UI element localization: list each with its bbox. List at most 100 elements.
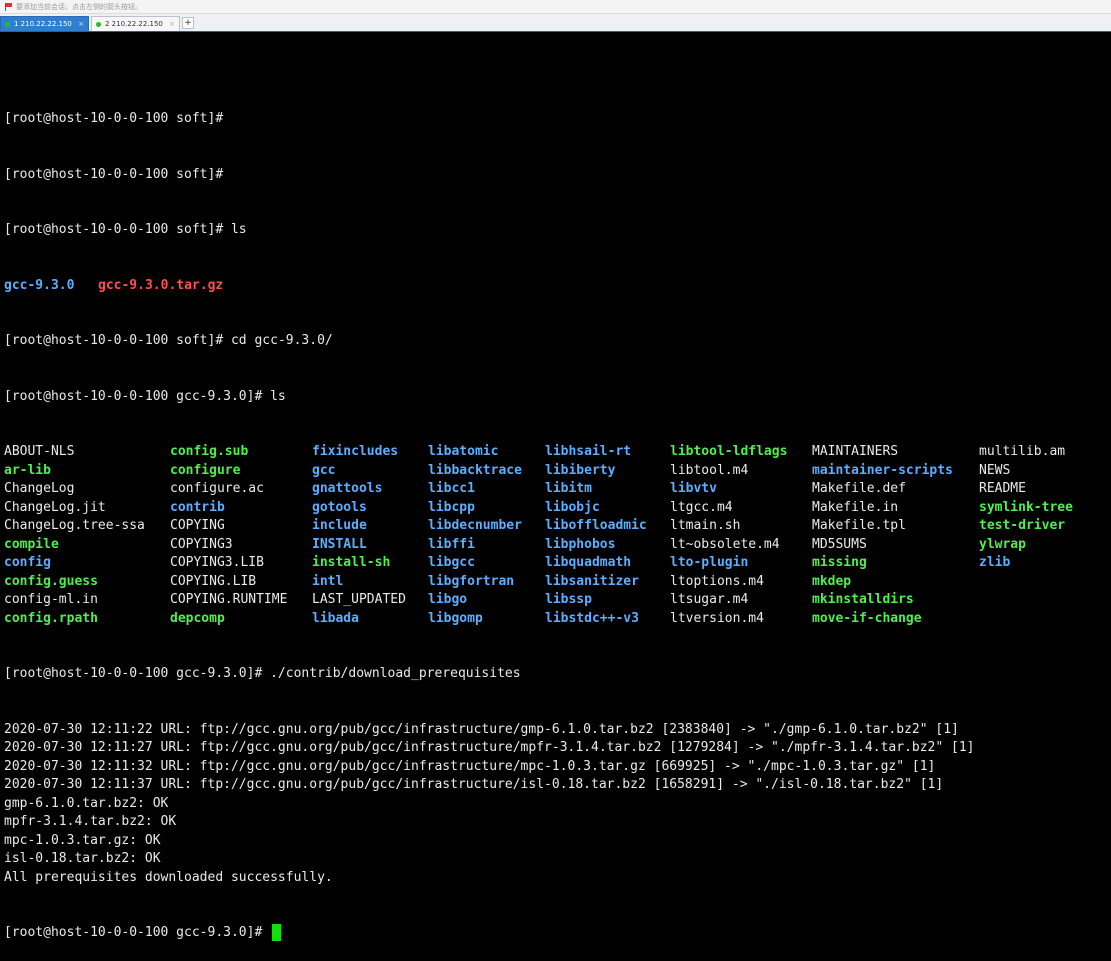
listing-entry: ltgcc.m4: [670, 499, 733, 515]
listing-entry: ltsugar.m4: [670, 592, 749, 607]
terminal-line: [root@host-10-0-0-100 gcc-9.3.0]# ls: [4, 388, 1108, 407]
prompt: [root@host-10-0-0-100 soft]#: [4, 166, 231, 182]
listing-row: config.guess COPYING.LIB intl libgfortran li…: [4, 573, 1108, 592]
flag-icon[interactable]: [4, 2, 13, 11]
close-icon[interactable]: ×: [169, 20, 175, 28]
listing-entry: gcc: [312, 462, 336, 478]
listing-entry: ylwrap: [979, 536, 1026, 552]
listing-entry: ChangeLog: [4, 481, 75, 496]
listing-entry: config-ml.in: [4, 592, 98, 607]
listing-entry: config.sub: [170, 444, 249, 459]
listing-row: compile COPYING3 INSTALL libffi libphobos lt~…: [4, 536, 1108, 555]
output-line: 2020-07-30 12:11:27 URL: ftp://gcc.gnu.o…: [4, 740, 975, 755]
listing-entry: libcc1: [428, 481, 475, 496]
command: ./contrib/download_prerequisites: [270, 666, 521, 681]
listing-entry: gcc-9.3.0.tar.gz: [98, 277, 224, 293]
output-line: 2020-07-30 12:11:37 URL: ftp://gcc.gnu.o…: [4, 777, 944, 792]
listing-entry: MAINTAINERS: [812, 444, 899, 459]
listing-entry: COPYING3.LIB: [170, 555, 264, 570]
listing-entry: mkinstalldirs: [812, 592, 914, 607]
listing-entry: libvtv: [670, 481, 717, 496]
listing-entry: libsanitizer: [545, 573, 639, 589]
close-icon[interactable]: ×: [78, 20, 84, 28]
listing-entry: NEWS: [979, 462, 1011, 478]
listing-entry: install-sh: [312, 555, 391, 570]
listing-entry: libgo: [428, 592, 468, 607]
listing-entry: compile: [4, 536, 59, 552]
listing-entry: intl: [312, 573, 344, 589]
download-output: 2020-07-30 12:11:22 URL: ftp://gcc.gnu.o…: [4, 721, 1108, 888]
listing-entry: libgfortran: [428, 573, 515, 589]
terminal-line: [root@host-10-0-0-100 soft]#: [4, 110, 1108, 129]
listing-entry: libtool-ldflags: [670, 444, 788, 459]
listing-entry: Makefile.tpl: [812, 518, 906, 533]
listing-entry: libdecnumber: [428, 518, 522, 533]
prompt: [root@host-10-0-0-100 gcc-9.3.0]#: [4, 925, 271, 940]
toolbar-hint: 要添加当前会话，点击左侧的箭头按钮。: [16, 2, 142, 11]
listing-row: ChangeLog configure.ac gnattools libcc1 libi…: [4, 480, 1108, 499]
listing-entry: libada: [312, 610, 359, 626]
prompt: [root@host-10-0-0-100 gcc-9.3.0]#: [4, 666, 271, 681]
tab-session-1[interactable]: 1 210.22.22.150 ×: [0, 16, 89, 31]
listing-entry: liboffloadmic: [545, 518, 647, 533]
tab-session-2[interactable]: 2 210.22.22.150 ×: [91, 16, 180, 31]
listing-row: config-ml.in COPYING.RUNTIME LAST_UPDATED l…: [4, 591, 1108, 610]
soft-listing: gcc-9.3.0 gcc-9.3.0.tar.gz: [4, 277, 1108, 296]
command: ls: [230, 222, 247, 237]
listing-entry: libquadmath: [545, 555, 632, 570]
gcc-directory-listing: ABOUT-NLS config.sub fixincludes libatomic l…: [4, 443, 1108, 628]
listing-entry: gnattools: [312, 481, 383, 496]
listing-entry: libobjc: [545, 499, 600, 515]
listing-entry: config: [4, 555, 51, 570]
listing-entry: contrib: [170, 499, 225, 515]
listing-entry: libgcc: [428, 555, 475, 570]
listing-entry: Makefile.in: [812, 499, 899, 515]
new-tab-button[interactable]: +: [182, 17, 194, 29]
listing-entry: ChangeLog.tree-ssa: [4, 518, 145, 533]
output-line: mpfr-3.1.4.tar.bz2: OK: [4, 814, 177, 829]
listing-entry: zlib: [979, 555, 1011, 570]
listing-entry: gotools: [312, 499, 367, 515]
terminal-line: [root@host-10-0-0-100 soft]# cd gcc-9.3.…: [4, 332, 1108, 351]
listing-entry: configure: [170, 462, 241, 478]
listing-entry: missing: [812, 555, 867, 570]
prompt: [root@host-10-0-0-100 soft]#: [4, 111, 231, 126]
terminal-output[interactable]: [root@host-10-0-0-100 soft]# [root@host-…: [4, 73, 1108, 961]
listing-entry: config.rpath: [4, 610, 98, 626]
listing-entry: MD5SUMS: [812, 536, 867, 552]
tab-label: 2 210.22.22.150: [105, 20, 163, 28]
listing-entry: libhsail-rt: [545, 444, 632, 459]
listing-entry: ar-lib: [4, 462, 51, 478]
listing-entry: fixincludes: [312, 444, 399, 459]
listing-entry: libbacktrace: [428, 462, 522, 478]
terminal-line: [root@host-10-0-0-100 soft]#: [4, 166, 1108, 185]
listing-entry: mkdep: [812, 573, 852, 589]
listing-entry: libssp: [545, 592, 592, 607]
command: cd gcc-9.3.0/: [230, 333, 333, 348]
listing-entry: COPYING.LIB: [170, 573, 257, 589]
listing-entry: lto-plugin: [670, 555, 749, 570]
command: ls: [270, 388, 286, 404]
listing-entry: multilib.am: [979, 444, 1066, 459]
listing-entry: gcc-9.3.0: [4, 277, 75, 293]
session-toolbar: 要添加当前会话，点击左侧的箭头按钮。: [0, 0, 1111, 14]
listing-entry: move-if-change: [812, 610, 922, 626]
listing-entry: ChangeLog.jit: [4, 499, 106, 515]
output-line: All prerequisites downloaded successfull…: [4, 869, 333, 885]
terminal-line: [root@host-10-0-0-100 soft]# ls: [4, 221, 1108, 240]
listing-entry: libphobos: [545, 536, 616, 552]
listing-entry: Makefile.def: [812, 481, 906, 496]
listing-entry: config.guess: [4, 573, 98, 589]
listing-entry: COPYING: [170, 518, 225, 533]
listing-entry: libcpp: [428, 499, 475, 515]
listing-entry: libstdc++-v3: [545, 610, 639, 626]
listing-entry: depcomp: [170, 610, 225, 626]
listing-entry: libitm: [545, 481, 592, 496]
listing-entry: libffi: [428, 536, 475, 552]
output-line: 2020-07-30 12:11:32 URL: ftp://gcc.gnu.o…: [4, 758, 936, 774]
listing-entry: symlink-tree: [979, 499, 1073, 515]
tab-label: 1 210.22.22.150: [14, 20, 72, 28]
prompt: [root@host-10-0-0-100 soft]#: [4, 333, 231, 348]
listing-entry: libatomic: [428, 444, 499, 459]
listing-row: ABOUT-NLS config.sub fixincludes libatomic l…: [4, 443, 1108, 462]
